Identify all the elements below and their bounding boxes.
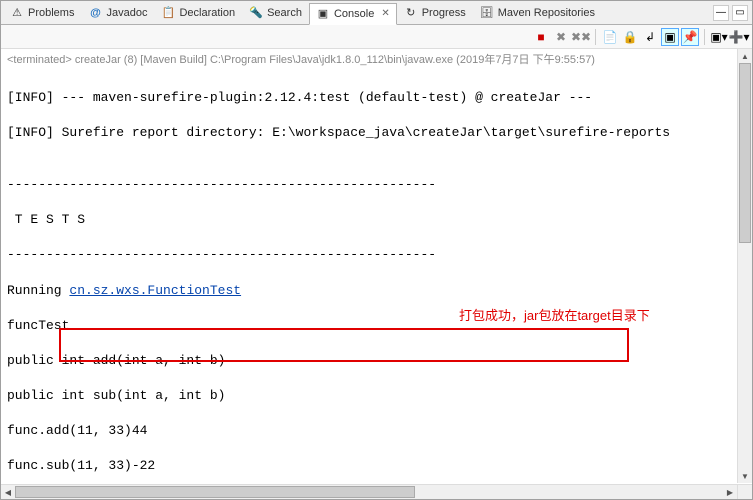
horizontal-scrollbar[interactable]: ◀ ▶: [1, 484, 737, 499]
clear-console-button[interactable]: 📄: [601, 28, 619, 46]
console-output[interactable]: [INFO] --- maven-surefire-plugin:2.12.4:…: [1, 69, 752, 499]
console-line: func.sub(11, 33)-22: [7, 457, 746, 475]
vertical-scrollbar[interactable]: ▲ ▼: [737, 49, 752, 483]
tab-javadoc[interactable]: @Javadoc: [81, 2, 154, 24]
repo-icon: 🗄: [480, 6, 494, 20]
scroll-right-arrow-icon[interactable]: ▶: [723, 485, 737, 499]
console-line: [INFO] --- maven-surefire-plugin:2.12.4:…: [7, 89, 746, 107]
launch-header: <terminated> createJar (8) [Maven Build]…: [1, 49, 752, 69]
display-selected-console-button[interactable]: ▣▾: [710, 28, 728, 46]
console-line: Running cn.sz.wxs.FunctionTest: [7, 282, 746, 300]
scroll-left-arrow-icon[interactable]: ◀: [1, 485, 15, 499]
tab-progress[interactable]: ↻Progress: [397, 2, 473, 24]
test-class-link[interactable]: cn.sz.wxs.FunctionTest: [69, 283, 241, 298]
scroll-thumb[interactable]: [739, 63, 751, 243]
pin-console-button[interactable]: 📌: [681, 28, 699, 46]
console-line: public int add(int a, int b): [7, 352, 746, 370]
console-line: ----------------------------------------…: [7, 246, 746, 264]
terminate-button[interactable]: ■: [532, 28, 550, 46]
at-icon: @: [88, 6, 102, 20]
declaration-icon: 📋: [161, 6, 175, 20]
show-console-button[interactable]: ▣: [661, 28, 679, 46]
word-wrap-button[interactable]: ↲: [641, 28, 659, 46]
scroll-down-arrow-icon[interactable]: ▼: [738, 469, 752, 483]
separator: [704, 29, 705, 45]
console-toolbar: ■ ✖ ✖✖ 📄 🔒 ↲ ▣ 📌 ▣▾ ➕▾: [1, 25, 752, 49]
maximize-view-button[interactable]: ▭: [732, 5, 748, 21]
search-icon: 🔦: [249, 6, 263, 20]
tab-console[interactable]: ▣Console✕: [309, 3, 397, 25]
tab-maven-repositories[interactable]: 🗄Maven Repositories: [473, 2, 602, 24]
scroll-thumb[interactable]: [15, 486, 415, 498]
console-icon: ▣: [316, 7, 330, 21]
scroll-lock-button[interactable]: 🔒: [621, 28, 639, 46]
annotation-text: 打包成功，jar包放在target目录下: [459, 305, 650, 324]
tab-search[interactable]: 🔦Search: [242, 2, 309, 24]
progress-icon: ↻: [404, 6, 418, 20]
console-line: func.add(11, 33)44: [7, 422, 746, 440]
tab-declaration[interactable]: 📋Declaration: [154, 2, 242, 24]
console-line: T E S T S: [7, 211, 746, 229]
open-console-button[interactable]: ➕▾: [730, 28, 748, 46]
scroll-corner: [737, 484, 752, 499]
tab-problems[interactable]: ⚠Problems: [3, 2, 81, 24]
console-line: public int sub(int a, int b): [7, 387, 746, 405]
minimize-view-button[interactable]: —: [713, 5, 729, 21]
scroll-up-arrow-icon[interactable]: ▲: [738, 49, 752, 63]
console-line: ----------------------------------------…: [7, 176, 746, 194]
warning-icon: ⚠: [10, 6, 24, 20]
separator: [595, 29, 596, 45]
remove-all-terminated-button[interactable]: ✖✖: [572, 28, 590, 46]
remove-launch-button[interactable]: ✖: [552, 28, 570, 46]
close-icon[interactable]: ✕: [381, 8, 389, 19]
console-line: [INFO] Surefire report directory: E:\wor…: [7, 124, 746, 142]
view-tab-bar: ⚠Problems @Javadoc 📋Declaration 🔦Search …: [1, 1, 752, 25]
